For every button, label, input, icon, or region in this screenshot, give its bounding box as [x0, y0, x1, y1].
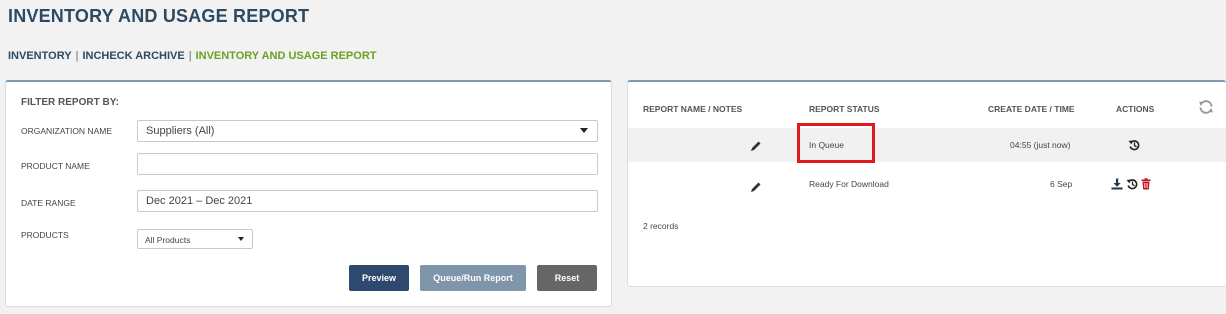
reports-panel: REPORT NAME / NOTES REPORT STATUS CREATE…: [627, 80, 1226, 287]
report-date: 6 Sep: [1050, 179, 1073, 189]
breadcrumb-incheck-archive[interactable]: INCHECK ARCHIVE: [82, 50, 184, 62]
breadcrumb-separator: |: [75, 50, 79, 62]
report-date: 04:55 (just now): [1010, 140, 1071, 150]
table-row: In Queue 04:55 (just now): [628, 128, 1226, 162]
organization-label: ORGANIZATION NAME: [21, 126, 112, 136]
table-row: Ready For Download 6 Sep: [628, 169, 1226, 203]
chevron-down-icon: [580, 128, 588, 133]
column-header-status: REPORT STATUS: [809, 104, 880, 114]
products-select[interactable]: All Products: [137, 229, 253, 249]
pencil-icon[interactable]: [750, 140, 762, 152]
status-highlight: [797, 123, 875, 163]
history-icon[interactable]: [1128, 139, 1140, 151]
breadcrumb-inventory-usage-report[interactable]: INVENTORY AND USAGE REPORT: [196, 50, 377, 62]
breadcrumb-separator: |: [188, 50, 192, 62]
column-header-name: REPORT NAME / NOTES: [643, 104, 743, 114]
product-name-label: PRODUCT NAME: [21, 161, 90, 171]
trash-icon[interactable]: [1140, 178, 1152, 190]
pencil-icon[interactable]: [750, 181, 762, 193]
page-title: INVENTORY AND USAGE REPORT: [8, 6, 310, 26]
date-range-label: DATE RANGE: [21, 198, 76, 208]
chevron-down-icon: [238, 237, 244, 241]
filter-panel: FILTER REPORT BY: ORGANIZATION NAME Supp…: [5, 80, 612, 307]
column-header-date: CREATE DATE / TIME: [988, 104, 1075, 114]
refresh-icon[interactable]: [1198, 99, 1214, 115]
product-name-input[interactable]: [137, 153, 598, 175]
download-icon[interactable]: [1111, 178, 1123, 190]
filter-heading: FILTER REPORT BY:: [21, 97, 119, 108]
products-value: All Products: [145, 235, 191, 245]
report-status: Ready For Download: [809, 179, 889, 189]
records-count: 2 records: [643, 221, 679, 231]
preview-button[interactable]: Preview: [349, 265, 409, 291]
breadcrumb-inventory[interactable]: INVENTORY: [8, 50, 72, 62]
organization-value: Suppliers (All): [146, 125, 215, 137]
reset-button[interactable]: Reset: [537, 265, 597, 291]
date-range-input[interactable]: Dec 2021 – Dec 2021: [137, 190, 598, 212]
column-header-actions: ACTIONS: [1116, 104, 1155, 114]
organization-select[interactable]: Suppliers (All): [137, 120, 598, 142]
products-label: PRODUCTS: [21, 230, 69, 240]
breadcrumb: INVENTORY | INCHECK ARCHIVE | INVENTORY AND …: [8, 50, 376, 62]
queue-run-report-button[interactable]: Queue/Run Report: [420, 265, 526, 291]
history-icon[interactable]: [1126, 178, 1138, 190]
